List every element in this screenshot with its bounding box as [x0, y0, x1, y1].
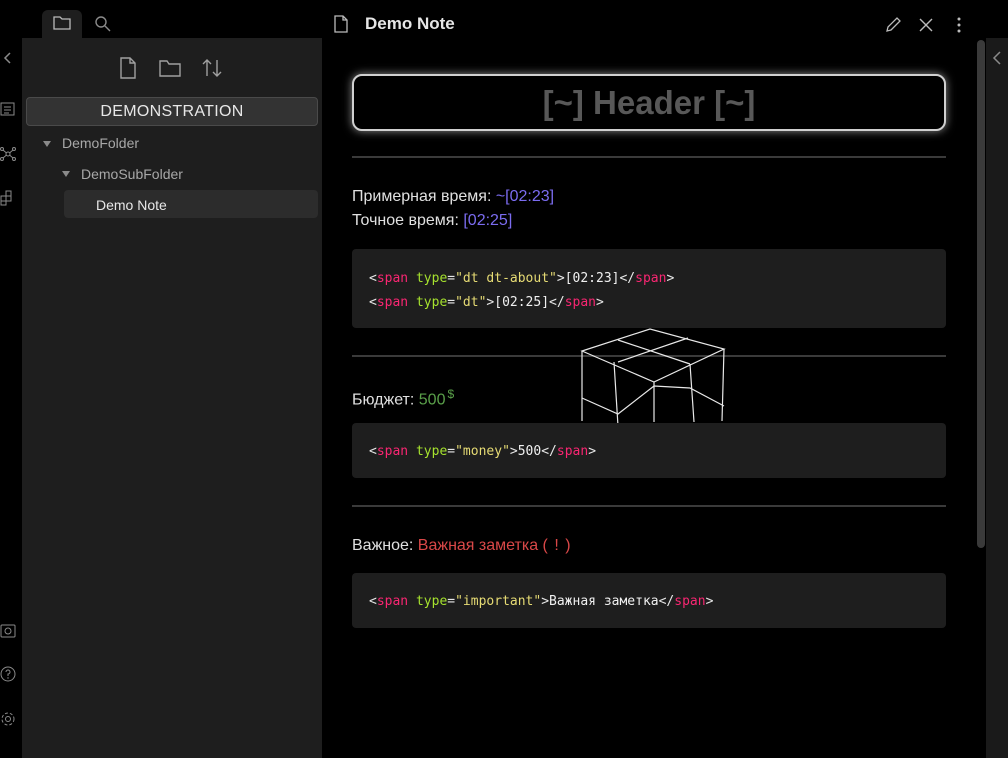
important-line: Важное: Важная заметка ( ! )	[352, 537, 572, 555]
important-label: Важное:	[352, 537, 418, 554]
important-mark: ( ! )	[542, 537, 572, 554]
collapse-chevron-icon[interactable]	[62, 171, 70, 177]
edit-icon[interactable]	[884, 16, 902, 39]
more-options-icon[interactable]	[952, 16, 966, 39]
divider	[352, 505, 946, 507]
code-line: <span type="important">Важная заметка</s…	[369, 594, 714, 609]
subfolder-item[interactable]: DemoSubFolder	[81, 166, 183, 182]
new-note-icon[interactable]	[116, 56, 140, 80]
currency-symbol: $	[447, 387, 455, 401]
collapse-chevron-icon[interactable]	[43, 141, 51, 147]
exact-time-line: Точное время: [02:25]	[352, 212, 512, 230]
close-icon[interactable]	[918, 17, 934, 38]
budget-label: Бюджет:	[352, 391, 419, 409]
expand-right-sidebar-icon[interactable]	[991, 50, 1003, 66]
vault-name[interactable]: DEMONSTRATION	[26, 97, 318, 126]
tab-header	[22, 0, 1008, 38]
code-line: <span type="dt dt-about">[02:23]</span>	[369, 271, 675, 286]
new-folder-icon[interactable]	[158, 56, 182, 80]
help-icon[interactable]	[0, 666, 16, 682]
exact-time-value: [02:25]	[463, 212, 513, 229]
sort-icon[interactable]	[200, 56, 224, 80]
code-block[interactable]: <span type="money">500</span>	[352, 423, 946, 478]
approx-time-line: Примерная время: ~[02:23]	[352, 188, 554, 206]
budget-value: 500	[418, 391, 446, 409]
exact-time-label: Точное время:	[352, 212, 464, 229]
folder-item[interactable]: DemoFolder	[62, 135, 139, 151]
code-block[interactable]: <span type="dt dt-about">[02:23]</span> …	[352, 249, 946, 328]
left-ribbon	[0, 0, 22, 758]
tab-files[interactable]	[42, 10, 82, 38]
important-value: Важная заметка	[417, 537, 539, 554]
canvas-icon[interactable]	[0, 190, 16, 206]
settings-icon[interactable]	[0, 711, 16, 727]
vault-switcher-icon[interactable]	[0, 623, 16, 639]
code-block[interactable]: <span type="important">Важная заметка</s…	[352, 573, 946, 628]
budget-line: Бюджет: 500 $	[352, 387, 454, 409]
switcher-icon[interactable]	[0, 101, 16, 117]
right-ribbon	[986, 38, 1008, 758]
scrollbar-thumb[interactable]	[977, 40, 985, 548]
collapse-sidebar-icon[interactable]	[0, 50, 16, 66]
folder-icon	[53, 16, 71, 30]
file-icon	[333, 15, 349, 38]
approx-time-value: ~[02:23]	[495, 188, 555, 205]
search-icon[interactable]	[94, 15, 112, 38]
styled-header: [~] Header [~]	[352, 74, 946, 131]
code-line: <span type="dt">[02:25]</span>	[369, 295, 604, 310]
code-line: <span type="money">500</span>	[369, 444, 597, 459]
graph-view-icon[interactable]	[0, 146, 16, 162]
approx-time-label: Примерная время:	[352, 188, 496, 205]
note-item-label[interactable]: Demo Note	[96, 197, 167, 213]
divider	[352, 156, 946, 158]
note-title: Demo Note	[365, 14, 455, 33]
